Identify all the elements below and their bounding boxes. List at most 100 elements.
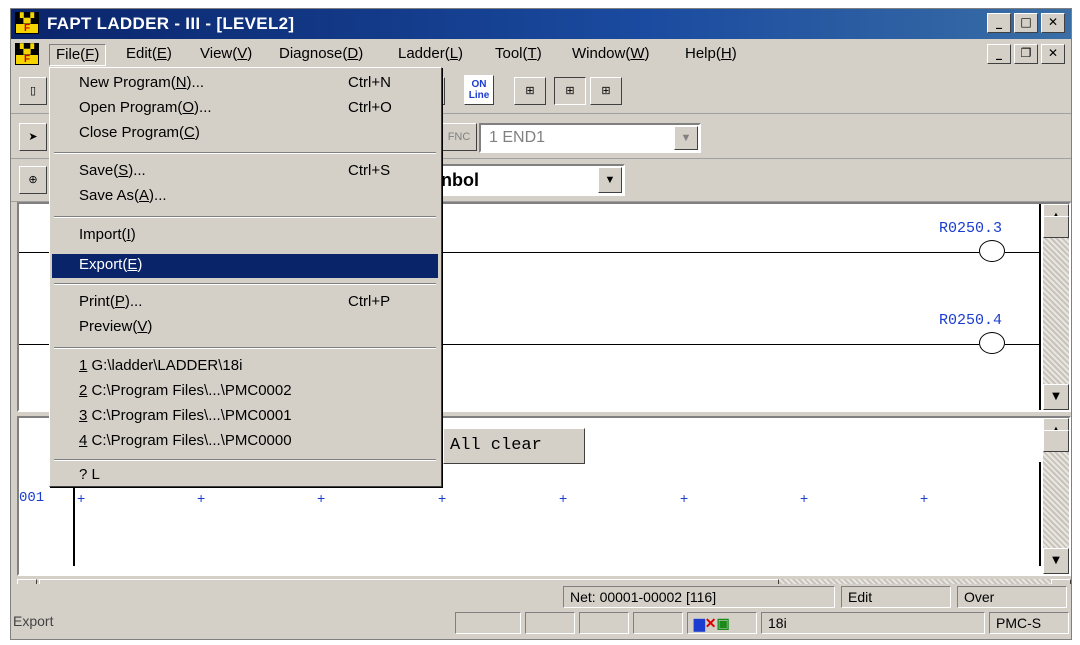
status-pane-3 [579, 612, 629, 634]
window-title: FAPT LADDER - III - [LEVEL2] [47, 14, 295, 33]
status-over: Over [957, 586, 1067, 608]
saveas-key: A [139, 187, 150, 204]
menu-ladder-key: L [449, 45, 459, 62]
menu-separator [54, 216, 436, 218]
menu-help[interactable]: Help(H) [679, 44, 743, 66]
menu-item-export[interactable]: Export(E) [52, 254, 438, 278]
print-label: Print( [79, 293, 115, 310]
scroll-thumb[interactable] [1043, 216, 1069, 238]
status-pmc: PMC-S [989, 612, 1069, 634]
status-net: Net: 00001-00002 [116] [563, 586, 835, 608]
menu-edit-tail: ) [166, 45, 172, 62]
file-dropdown-menu: New Program(N)... Ctrl+N Open Program(O).… [49, 67, 442, 487]
online-label-1: ON [471, 79, 487, 90]
menu-window-label: Window( [572, 45, 631, 62]
menu-item-recent-1[interactable]: 1 G:\ladder\LADDER\18i [52, 355, 438, 379]
menu-tool-label: Tool( [495, 45, 528, 62]
save-shortcut: Ctrl+S [348, 162, 391, 179]
chevron-down-icon[interactable]: ▼ [674, 126, 698, 150]
new-tail: )... [186, 74, 205, 91]
function-combo[interactable]: 1 END1 ▼ [479, 123, 701, 153]
status-bar-top: Net: 00001-00002 [116] Edit Over [11, 584, 1071, 608]
coil-2[interactable] [979, 332, 1005, 354]
ladder-mode-1-button[interactable]: ⊞ [514, 77, 546, 105]
status-pane-1 [455, 612, 521, 634]
menu-diagnose[interactable]: Diagnose(D) [273, 44, 369, 66]
coil-1[interactable] [979, 240, 1005, 262]
symbol-combo[interactable]: nbol ▼ [431, 164, 625, 196]
menu-item-import[interactable]: Import(I) [52, 224, 438, 248]
right-power-rail [1039, 204, 1041, 410]
menu-item-preview[interactable]: Preview(V) [52, 316, 438, 340]
saveas-tail: )... [149, 187, 167, 204]
menu-item-save[interactable]: Save(S)... Ctrl+S [52, 160, 438, 184]
menu-item-new-program[interactable]: New Program(N)... Ctrl+N [52, 72, 438, 96]
doc-icon[interactable]: ▚▞ F [15, 43, 39, 65]
title-bar: ▚▞ F FAPT LADDER - III - [LEVEL2] _ □ ✕ [11, 9, 1071, 39]
maximize-button[interactable]: □ [1014, 13, 1038, 33]
menu-separator [54, 347, 436, 349]
print-tail: )... [124, 293, 143, 310]
menu-tool[interactable]: Tool(T) [489, 44, 548, 66]
status-message: Export [13, 613, 54, 629]
menu-help-tail: ) [731, 45, 737, 62]
child-close-button[interactable]: ✕ [1041, 44, 1065, 64]
close-tail: ) [194, 124, 200, 141]
menu-item-close-program[interactable]: Close Program(C) [52, 122, 438, 146]
menu-item-recent-2[interactable]: 2 C:\Program Files\...\PMC0002 [52, 380, 438, 404]
preview-key: V [137, 318, 148, 335]
function-combo-value: 1 END1 [489, 129, 546, 146]
menu-view[interactable]: View(V) [194, 44, 258, 66]
scroll-down-icon[interactable]: ▼ [1043, 548, 1069, 574]
pointer-icon[interactable]: ➤ [19, 123, 47, 151]
recent-2-path: C:\Program Files\...\PMC0002 [87, 382, 292, 399]
close-button[interactable]: ✕ [1041, 13, 1065, 33]
new-shortcut: Ctrl+N [348, 74, 391, 91]
minimize-button[interactable]: _ [987, 13, 1011, 33]
rung-line-1-end [1005, 252, 1039, 253]
lower-vertical-scrollbar[interactable]: ▲ ▼ [1043, 418, 1069, 574]
scroll-thumb[interactable] [1043, 430, 1069, 452]
app-icon: ▚▞ F [15, 12, 39, 34]
menu-file-tail: ) [94, 46, 100, 63]
online-button[interactable]: ON Line [464, 75, 494, 105]
chevron-down-icon[interactable]: ▼ [598, 167, 622, 193]
ladder-mode-3-button[interactable]: ⊞ [590, 77, 622, 105]
new-file-button[interactable]: ▯ [19, 77, 47, 105]
close-key: C [184, 124, 195, 141]
zoom-icon[interactable]: ⊕ [19, 166, 47, 194]
menu-file-label: File( [56, 46, 86, 63]
scroll-down-icon[interactable]: ▼ [1043, 384, 1069, 410]
menu-item-open-program[interactable]: Open Program(O)... Ctrl+O [52, 97, 438, 121]
ladder-mode-2-button[interactable]: ⊞ [554, 77, 586, 105]
menu-item-exit[interactable]: ? L [52, 464, 438, 488]
upper-vertical-scrollbar[interactable]: ▲ ▼ [1043, 204, 1069, 410]
menu-file[interactable]: File(F) [49, 44, 107, 66]
menu-diagnose-tail: ) [358, 45, 364, 62]
menu-item-recent-4[interactable]: 4 C:\Program Files\...\PMC0000 [52, 430, 438, 454]
save-label: Save( [79, 162, 119, 179]
menu-tool-key: T [527, 45, 537, 62]
menu-ladder-tail: ) [458, 45, 464, 62]
menu-item-print[interactable]: Print(P)... Ctrl+P [52, 291, 438, 315]
all-clear-button[interactable]: All clear [443, 428, 585, 464]
connection-status-icon: ▆✕▣ [687, 612, 757, 634]
right-power-rail-lower [1039, 462, 1041, 566]
menu-separator [54, 459, 436, 461]
child-minimize-button[interactable]: _ [987, 44, 1011, 64]
status-pane-4 [633, 612, 683, 634]
menu-view-label: View( [200, 45, 238, 62]
menu-edit-key: E [156, 45, 167, 62]
menu-ladder[interactable]: Ladder(L) [392, 44, 469, 66]
coil-1-label: R0250.3 [939, 220, 1003, 237]
menu-item-recent-3[interactable]: 3 C:\Program Files\...\PMC0001 [52, 405, 438, 429]
menu-help-key: H [720, 45, 732, 62]
fnc-button[interactable]: FNC [441, 123, 477, 151]
child-restore-button[interactable]: ❐ [1014, 44, 1038, 64]
save-tail: )... [128, 162, 146, 179]
menu-item-save-as[interactable]: Save As(A)... [52, 185, 438, 209]
menu-edit[interactable]: Edit(E) [120, 44, 178, 66]
status-model: 18i [761, 612, 985, 634]
menu-window[interactable]: Window(W) [566, 44, 656, 66]
saveas-label: Save As( [79, 187, 140, 204]
